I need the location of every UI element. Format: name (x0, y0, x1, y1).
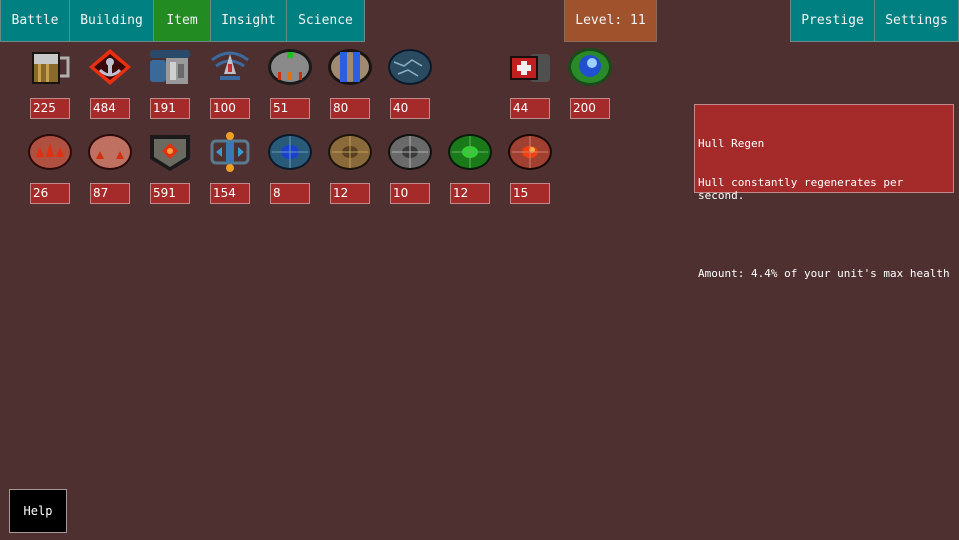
tooltip-title: Hull Regen (698, 137, 765, 150)
item-count: 12 (330, 183, 370, 204)
item-count: 80 (330, 98, 370, 119)
item-count: 51 (270, 98, 310, 119)
item-slot[interactable]: 484 (80, 46, 140, 126)
tab-battle-label: Battle (11, 13, 59, 28)
item-count: 200 (570, 98, 610, 119)
item-slot[interactable]: 15 (500, 131, 560, 211)
item-count: 154 (210, 183, 250, 204)
tab-building[interactable]: Building (69, 0, 154, 42)
tab-settings[interactable]: Settings (874, 0, 959, 42)
tab-building-label: Building (80, 13, 143, 28)
blue-engine-frame-icon (206, 131, 254, 173)
item-count: 87 (90, 183, 130, 204)
metal-barrel-core-icon (266, 46, 314, 88)
item-slot[interactable]: 100 (200, 46, 260, 126)
item-count: 191 (150, 98, 190, 119)
item-slot[interactable]: 40 (380, 46, 440, 126)
level-label: Level: 11 (575, 13, 646, 28)
item-count: 10 (390, 183, 430, 204)
item-slot[interactable]: 200 (560, 46, 620, 126)
blue-gem-shield-icon (266, 131, 314, 173)
item-slot[interactable]: 26 (20, 131, 80, 211)
tab-insight[interactable]: Insight (210, 0, 287, 42)
item-count: 225 (30, 98, 70, 119)
tab-science-label: Science (298, 13, 353, 28)
beer-mug-icon (26, 46, 74, 88)
item-slot[interactable]: 80 (320, 46, 380, 126)
blue-capsule-shield-icon (326, 46, 374, 88)
item-slot[interactable]: 12 (440, 131, 500, 211)
item-count: 484 (90, 98, 130, 119)
item-slot[interactable]: 591 (140, 131, 200, 211)
item-count: 8 (270, 183, 310, 204)
tooltip-amount: Amount: 4.4% of your unit's max health (698, 267, 950, 280)
silver-gem-shield-icon (386, 131, 434, 173)
tab-science[interactable]: Science (286, 0, 365, 42)
tab-settings-label: Settings (885, 13, 948, 28)
bronze-gem-shield-icon (326, 131, 374, 173)
red-claw-shield-icon (26, 131, 74, 173)
level-badge: Level: 11 (564, 0, 657, 42)
medkit-hull-regen-icon (506, 46, 554, 88)
item-count: 15 (510, 183, 550, 204)
help-label: Help (23, 504, 53, 518)
item-slot[interactable]: 225 (20, 46, 80, 126)
red-gem-shield-icon (506, 131, 554, 173)
item-count: 591 (150, 183, 190, 204)
pink-claw-shield-icon (86, 131, 134, 173)
item-slot[interactable]: 51 (260, 46, 320, 126)
tooltip-description: Hull constantly regenerates per second. (698, 176, 910, 202)
armored-machine-icon (146, 46, 194, 88)
tab-item[interactable]: Item (153, 0, 211, 42)
tab-prestige[interactable]: Prestige (790, 0, 875, 42)
tab-insight-label: Insight (221, 13, 276, 28)
item-slot[interactable]: 12 (320, 131, 380, 211)
item-slot[interactable]: 191 (140, 46, 200, 126)
tab-battle[interactable]: Battle (0, 0, 70, 42)
item-count: 12 (450, 183, 490, 204)
item-slot[interactable]: 154 (200, 131, 260, 211)
item-count: 44 (510, 98, 550, 119)
help-button[interactable]: Help (9, 489, 67, 533)
item-slot[interactable]: 10 (380, 131, 440, 211)
radar-ship-icon (206, 46, 254, 88)
flaming-anchor-emblem-icon (86, 46, 134, 88)
item-count: 100 (210, 98, 250, 119)
item-slot[interactable]: 44 (500, 46, 560, 126)
item-tooltip: Hull Regen Hull constantly regenerates p… (694, 104, 954, 280)
dark-red-core-plate-icon (146, 131, 194, 173)
tab-prestige-label: Prestige (801, 13, 864, 28)
cracked-blue-orb-icon (386, 46, 434, 88)
item-slot[interactable]: 8 (260, 131, 320, 211)
item-count: 40 (390, 98, 430, 119)
green-ring-blue-orb-icon (566, 46, 614, 88)
green-gem-shield-icon (446, 131, 494, 173)
item-slot[interactable]: 87 (80, 131, 140, 211)
tab-item-label: Item (166, 13, 198, 28)
item-count: 26 (30, 183, 70, 204)
